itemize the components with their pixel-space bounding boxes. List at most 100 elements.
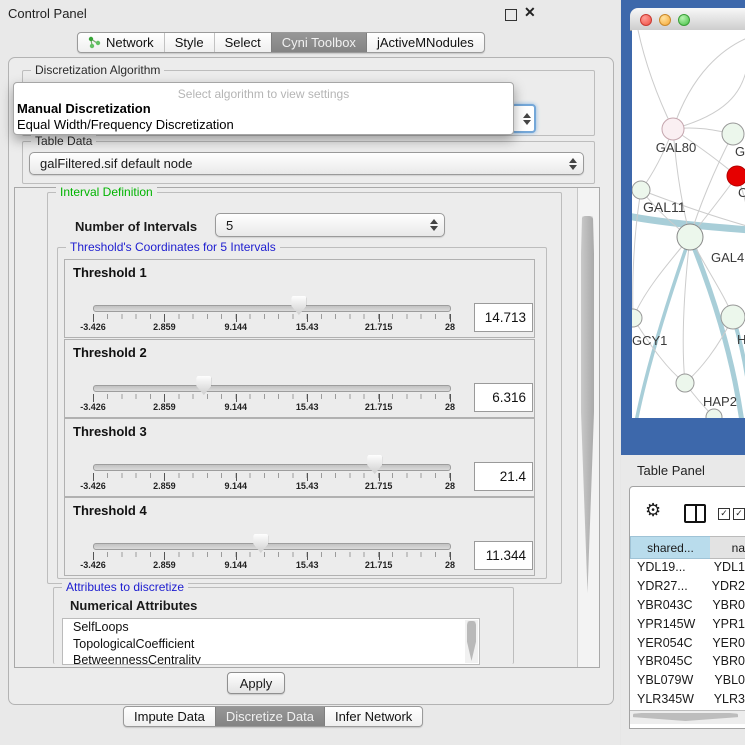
threshold-1-value-field[interactable]: [474, 303, 533, 332]
close-window-icon[interactable]: [640, 14, 652, 26]
table-row[interactable]: YER054CYER0: [630, 633, 745, 652]
list-item-betweennesscentrality[interactable]: BetweennessCentrality: [63, 652, 479, 665]
node-top-right[interactable]: [722, 123, 744, 145]
float-window-icon[interactable]: [505, 9, 517, 21]
threshold-3-label: Threshold 3: [73, 424, 147, 439]
node-label-gal80: GAL80: [656, 140, 696, 155]
table-row[interactable]: YBL079WYBL0: [630, 671, 745, 690]
threshold-2-value-field[interactable]: [474, 383, 533, 412]
number-of-intervals-label: Number of Intervals: [75, 219, 197, 234]
threshold-1-label: Threshold 1: [73, 265, 147, 280]
threshold-3-value-field[interactable]: [474, 462, 533, 491]
scrollbar-thumb[interactable]: [633, 713, 738, 721]
node-label-hap2: HAP2: [703, 394, 737, 409]
panel-title: Control Panel: [8, 6, 87, 21]
node-hap2[interactable]: [676, 374, 694, 392]
table-row[interactable]: YDL19...YDL1: [630, 558, 745, 577]
dropdown-item-equal-width-frequency[interactable]: Equal Width/Frequency Discretization: [17, 117, 234, 132]
node-gal4[interactable]: [677, 224, 703, 250]
stepper-arrows-icon: [429, 219, 437, 231]
tab-infer-network[interactable]: Infer Network: [325, 707, 422, 726]
scale-labels: -3.426 2.859 9.144 15.43 21.715 28: [93, 402, 450, 414]
table-data-combobox[interactable]: galFiltered.sif default node: [29, 152, 584, 175]
node-label-gal11: GAL11: [643, 199, 686, 215]
node-h[interactable]: [721, 305, 745, 329]
table-data-group-label: Table Data: [31, 134, 96, 148]
column-header-shared-name[interactable]: shared...: [630, 536, 711, 559]
algorithm-combobox-stepper[interactable]: [511, 104, 536, 133]
threshold-2-slider[interactable]: [93, 385, 451, 392]
list-item-topologicalcoefficient[interactable]: TopologicalCoefficient: [63, 636, 479, 653]
apply-button[interactable]: Apply: [227, 672, 285, 694]
threshold-1-slider-thumb[interactable]: [291, 296, 306, 315]
checkbox-icon[interactable]: ✓: [718, 508, 730, 520]
threshold-4-slider-thumb[interactable]: [253, 534, 268, 553]
scrollbar-thumb[interactable]: [581, 216, 594, 593]
list-scrollbar[interactable]: [465, 620, 478, 663]
gear-icon[interactable]: ⚙: [645, 500, 661, 521]
threshold-4-value-field[interactable]: [474, 541, 533, 570]
node-label-c: C: [738, 185, 745, 200]
scale-labels: -3.426 2.859 9.144 15.43 21.715 28: [93, 322, 450, 334]
table-row[interactable]: YDR27...YDR2: [630, 577, 745, 596]
dropdown-hint: Select algorithm to view settings: [14, 87, 513, 101]
thresholds-group-label: Threshold's Coordinates for 5 Intervals: [66, 240, 280, 254]
zoom-window-icon[interactable]: [678, 14, 690, 26]
tab-style[interactable]: Style: [164, 33, 214, 52]
tick-marks: [93, 552, 450, 560]
column-header-name[interactable]: na: [710, 536, 745, 559]
dropdown-item-manual-discretization[interactable]: Manual Discretization: [17, 101, 151, 116]
control-panel: Control Panel ✕ Network Style Select Cyn…: [0, 0, 620, 745]
thresholds-group: Threshold's Coordinates for 5 Intervals …: [57, 247, 547, 579]
network-window-titlebar[interactable]: [630, 8, 745, 31]
stepper-arrows-icon: [522, 113, 530, 125]
checkbox-icon[interactable]: ✓: [733, 508, 745, 520]
table-row[interactable]: YPR145WYPR1: [630, 614, 745, 633]
vertical-scrollbar[interactable]: [577, 188, 599, 667]
tab-impute-data[interactable]: Impute Data: [124, 707, 215, 726]
network-canvas[interactable]: GAL80 GA GAL11 GAL4 GCY1 H HAP2 C: [632, 30, 745, 418]
tab-jactivemnodules[interactable]: jActiveMNodules: [367, 33, 484, 52]
tick-marks: [93, 473, 450, 481]
node-label-ga: GA: [735, 144, 745, 159]
tick-marks: [93, 394, 450, 402]
close-icon[interactable]: ✕: [524, 4, 536, 21]
threshold-3-slider[interactable]: [93, 464, 451, 471]
bottom-tab-bar: Impute Data Discretize Data Infer Networ…: [123, 706, 423, 727]
tab-discretize-data[interactable]: Discretize Data: [215, 707, 325, 726]
node-label-gal4: GAL4: [711, 250, 744, 265]
stepper-arrows-icon: [568, 158, 576, 170]
threshold-4-slider[interactable]: [93, 543, 451, 550]
node-gal11[interactable]: [632, 181, 650, 199]
minimize-window-icon[interactable]: [659, 14, 671, 26]
tab-cyni-toolbox[interactable]: Cyni Toolbox: [271, 33, 367, 52]
node-table: YDL19...YDL1 YDR27...YDR2 YBR043CYBR0 YP…: [630, 558, 745, 710]
node-red-selected[interactable]: [727, 166, 745, 186]
numerical-attributes-list: SelfLoops TopologicalCoefficient Between…: [62, 618, 480, 665]
threshold-4-panel: Threshold 4 -3.426 2.859 9.144 15.43 21.…: [64, 497, 535, 576]
table-row[interactable]: YBR045CYBR0: [630, 652, 745, 671]
tab-network[interactable]: Network: [78, 33, 164, 52]
scale-labels: -3.426 2.859 9.144 15.43 21.715 28: [93, 481, 450, 493]
split-columns-icon[interactable]: [684, 504, 706, 523]
horizontal-scrollbar[interactable]: [630, 710, 745, 724]
node-pink[interactable]: [662, 118, 684, 140]
node-bottom[interactable]: [706, 409, 722, 418]
number-of-intervals-combobox[interactable]: 5: [215, 213, 445, 237]
list-item-selfloops[interactable]: SelfLoops: [63, 619, 479, 636]
threshold-2-label: Threshold 2: [73, 345, 147, 360]
interval-definition-label: Interval Definition: [56, 185, 157, 199]
node-gcy1[interactable]: [632, 309, 642, 327]
threshold-3-panel: Threshold 3 -3.426 2.859 9.144 15.43 21.…: [64, 418, 535, 497]
tab-select[interactable]: Select: [214, 33, 271, 52]
node-label-gcy1: GCY1: [632, 333, 667, 348]
threshold-2-slider-thumb[interactable]: [196, 376, 211, 395]
threshold-1-slider[interactable]: [93, 305, 451, 312]
scrollbar-thumb[interactable]: [467, 621, 476, 661]
threshold-3-slider-thumb[interactable]: [367, 455, 382, 474]
table-row[interactable]: YBR043CYBR0: [630, 596, 745, 615]
scale-labels: -3.426 2.859 9.144 15.43 21.715 28: [93, 560, 450, 572]
table-row[interactable]: YLR345WYLR3: [630, 690, 745, 709]
algorithm-group-label: Discretization Algorithm: [31, 63, 164, 77]
screen: Control Panel ✕ Network Style Select Cyn…: [0, 0, 745, 745]
